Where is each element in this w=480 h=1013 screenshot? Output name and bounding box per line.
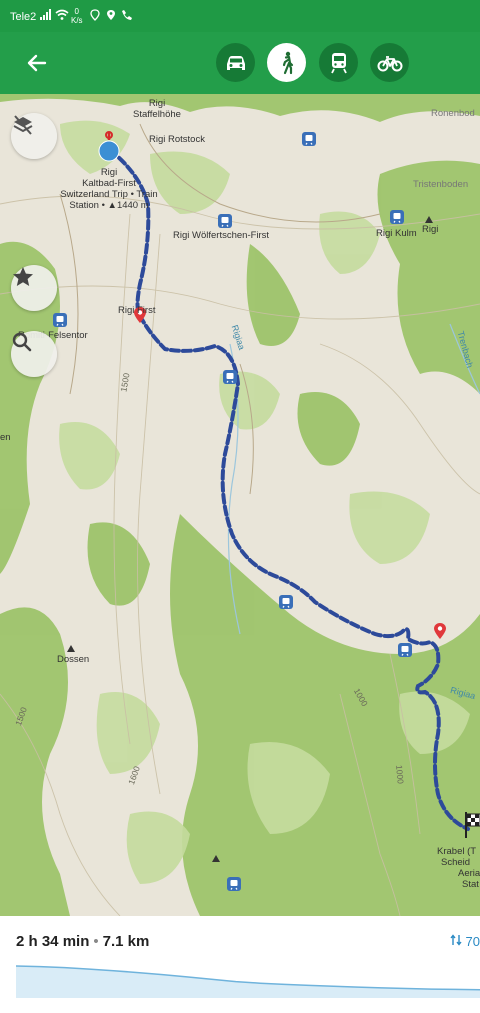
route-start-marker[interactable] <box>97 130 121 164</box>
mode-walk-button[interactable] <box>267 43 306 82</box>
label-en-cut: en <box>0 432 11 443</box>
peak-icon <box>212 855 220 862</box>
mode-transit-button[interactable] <box>319 43 358 82</box>
ascent-value: 70 <box>465 934 480 949</box>
ascent-info: 70 <box>450 934 480 949</box>
station-icon <box>390 210 404 224</box>
map-layers-button[interactable] <box>11 113 57 159</box>
route-summary-panel[interactable]: 2 h 34 min • 7.1 km 70 <box>0 916 480 1013</box>
layers-off-icon <box>13 115 33 135</box>
mode-car-button[interactable] <box>216 43 255 82</box>
contour-label: 1000 <box>394 764 406 785</box>
peak-icon <box>425 216 433 223</box>
map-view[interactable]: Rigi Staffelhöhe Rigi Rotstock Ronenbod T… <box>0 94 480 916</box>
label-rigi-staffelhohe: Rigi Staffelhöhe <box>133 98 181 120</box>
car-icon <box>226 55 245 70</box>
star-icon <box>13 267 33 286</box>
label-rigi-rotstock: Rigi Rotstock <box>149 134 205 145</box>
station-icon <box>53 313 67 327</box>
arrow-left-icon <box>27 54 47 72</box>
label-rigi-wolfertschen: Rigi Wölfertschen-First <box>173 230 270 241</box>
label-rigi-peak: Rigi <box>422 224 439 235</box>
label-start-place: Rigi Kaltbad-First Switzerland Trip • Tra… <box>60 167 158 211</box>
station-icon <box>227 877 241 891</box>
map-canvas <box>0 94 480 916</box>
label-krabel: Krabel (T Scheid Aeria Stat <box>437 846 480 890</box>
station-icon <box>218 214 232 228</box>
elevation-profile-chart[interactable] <box>16 962 480 998</box>
walk-icon <box>282 51 293 74</box>
peak-icon <box>67 645 75 652</box>
signal-icon <box>40 9 52 23</box>
label-ronenbod: Ronenbod <box>431 108 475 119</box>
route-toolbar <box>0 32 480 94</box>
train-icon <box>330 52 347 73</box>
route-distance: 7.1 km <box>102 933 150 950</box>
network-speed: 0 K/s <box>71 7 83 25</box>
favorites-button[interactable] <box>11 265 57 311</box>
back-button[interactable] <box>18 46 54 80</box>
carrier-label: Tele2 <box>10 11 37 23</box>
search-icon <box>12 332 32 352</box>
speed-value: 0 <box>74 7 79 16</box>
waypoint-pin[interactable] <box>433 622 447 640</box>
separator-dot: • <box>93 933 99 950</box>
mode-bike-button[interactable] <box>370 43 409 82</box>
finish-flag-icon <box>465 812 480 838</box>
location-outline-icon <box>90 9 100 24</box>
label-dossen: Dossen <box>57 654 90 665</box>
label-rigi-kulm: Rigi Kulm <box>376 228 417 239</box>
bike-icon <box>377 55 402 71</box>
wifi-icon <box>55 9 69 23</box>
speed-unit: K/s <box>71 16 83 25</box>
wifi-call-icon <box>120 9 133 24</box>
station-icon <box>398 643 412 657</box>
route-duration: 2 h 34 min <box>16 933 90 950</box>
station-icon <box>302 132 316 146</box>
search-button[interactable] <box>11 331 57 377</box>
status-bar: Tele2 0 K/s <box>0 0 480 32</box>
label-rigi-first: Rigi First <box>118 305 156 316</box>
station-icon <box>279 595 293 609</box>
up-down-arrows-icon <box>450 934 462 946</box>
location-icon <box>106 9 116 24</box>
route-summary: 2 h 34 min • 7.1 km <box>16 933 149 950</box>
label-tristenboden: Tristenboden <box>413 179 469 190</box>
station-icon <box>223 370 237 384</box>
